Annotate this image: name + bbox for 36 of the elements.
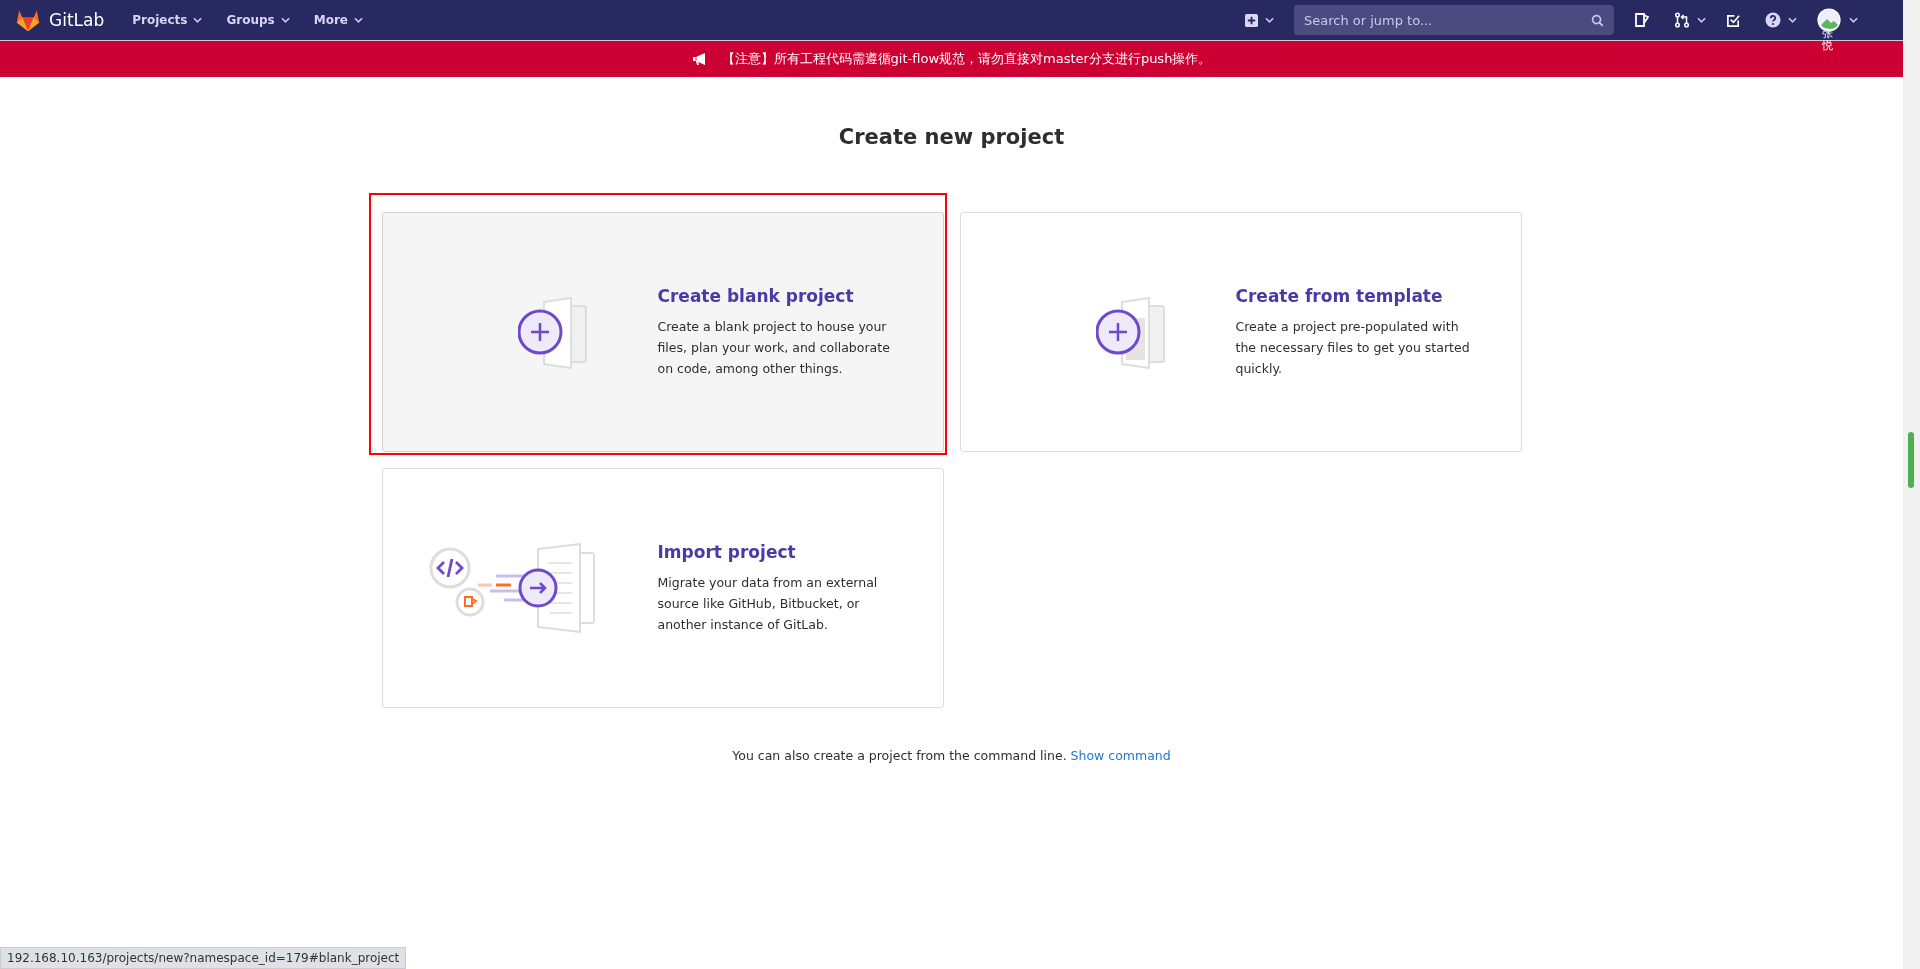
plus-square-icon — [1245, 13, 1258, 27]
fox-logo-icon[interactable] — [15, 8, 41, 32]
todo-checkbox-icon[interactable] — [1726, 12, 1741, 28]
nav-menu[interactable]: More — [311, 9, 365, 31]
caret-icon — [1265, 17, 1274, 23]
status-url: 192.168.10.163/projects/new?namespace_id=179#blank_project — [0, 947, 407, 969]
search-icon — [1591, 14, 1604, 27]
nav-menu[interactable]: Projects — [130, 9, 205, 31]
caret-icon[interactable] — [1849, 17, 1858, 23]
page-title: Create new project — [838, 125, 1065, 151]
caret-icon — [1697, 17, 1706, 23]
brand-link[interactable]: GitLab — [49, 10, 105, 30]
caret-icon — [193, 17, 203, 23]
issues-icon[interactable] — [1634, 12, 1650, 28]
option-title: Import project — [657, 541, 797, 562]
project-option-card[interactable]: Create from template Create a project pre-populated with the necessary files to get you started quickly. — [959, 212, 1522, 453]
help-icon — [1765, 12, 1781, 28]
option-title: Create blank project — [657, 285, 855, 306]
megaphone-icon — [691, 52, 708, 66]
banner-text: 【注意】所有工程代码需遵循git-flow规范，请勿直接对master分支进行push操作。 — [721, 50, 1212, 68]
project-option-card[interactable]: Create blank project Create a blank project to house your files, plan your work, and collaborate on code, among other things. — [381, 212, 944, 453]
nav-menu[interactable]: Groups — [224, 9, 292, 31]
merge-request-icon — [1674, 12, 1690, 28]
option-description: Create a project pre-populated with the necessary files to get you started quickly. — [1235, 317, 1471, 378]
search-field[interactable]: Search or jump to... — [1294, 5, 1614, 35]
command-line-hint: You can also create a project from the command line. — [732, 748, 1067, 764]
show-command-link[interactable]: Show command — [1070, 748, 1171, 764]
caret-icon — [1788, 17, 1797, 23]
option-description: Create a blank project to house your files, plan your work, and collaborate on code, among other things. — [657, 317, 891, 378]
option-title: Create from template — [1235, 285, 1444, 306]
avatar-alt-text: 张悦 — [1822, 28, 1833, 53]
caret-icon — [354, 17, 363, 23]
scrollbar[interactable] — [1903, 0, 1920, 969]
caret-icon — [280, 17, 290, 23]
option-description: Migrate your data from an external source like GitHub, Bitbucket, or another instance of GitLab. — [657, 573, 879, 634]
project-option-card[interactable]: Import project Migrate your data from an external source like GitHub, Bitbucket, or another instance of GitLab. — [381, 468, 944, 709]
